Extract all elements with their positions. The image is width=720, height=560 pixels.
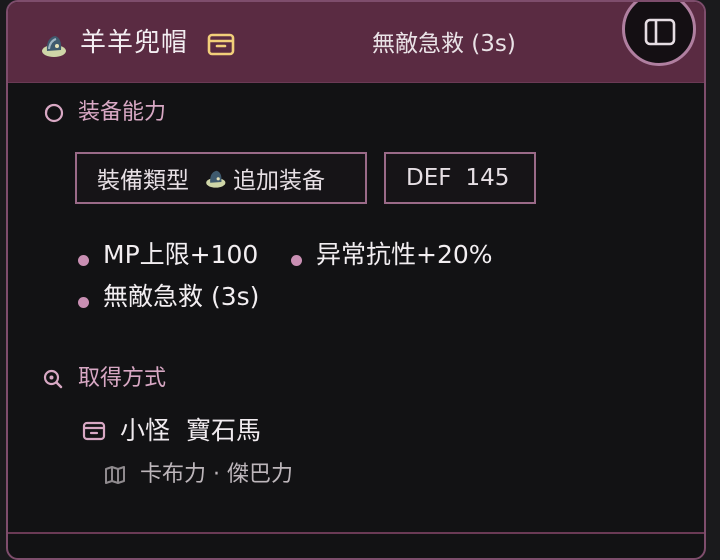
- equipment-type-value: 追加装备: [233, 168, 325, 194]
- effect-item: MP上限+100: [78, 238, 258, 272]
- item-name: 羊羊兜帽: [80, 28, 189, 58]
- stat-name: DEF: [406, 165, 452, 191]
- bullet-dot: [78, 254, 89, 266]
- effect-item: 异常抗性+20%: [291, 238, 493, 272]
- equipment-type-tag: 裝備類型 追加装备: [75, 152, 367, 204]
- effect-text: MP上限+100: [103, 240, 259, 269]
- item-header: 羊羊兜帽 無敵急救 (3s): [8, 2, 704, 83]
- equipment-type-label: 裝備類型: [97, 168, 189, 194]
- location-text: 卡布力 · 傑巴力: [140, 462, 293, 487]
- effect-text: 無敵急救 (3s): [103, 282, 260, 311]
- bullet-dot: [291, 254, 302, 266]
- toggle-panel-button[interactable]: [622, 2, 696, 66]
- section-equipment-header: 装备能力: [42, 98, 166, 128]
- search-icon: [43, 369, 63, 389]
- source-type: 小怪: [120, 416, 171, 445]
- stat-value: 145: [465, 165, 510, 191]
- location-row[interactable]: 卡布力 · 傑巴力: [104, 460, 293, 490]
- bullet-dot: [78, 296, 89, 308]
- section-acquisition-title: 取得方式: [78, 366, 167, 391]
- section-acquisition-header: 取得方式: [42, 364, 166, 394]
- source-row[interactable]: 小怪 寶石馬: [82, 414, 261, 448]
- sidebar-panel-icon: [644, 18, 676, 46]
- header-effect: 無敵急救 (3s): [372, 31, 516, 57]
- stat-tag: DEF 145: [384, 152, 536, 204]
- hat-icon: [206, 170, 226, 188]
- hat-icon: [42, 36, 66, 57]
- map-icon: [105, 466, 125, 484]
- spinner-icon: [44, 103, 64, 123]
- source-name: 寶石馬: [186, 416, 262, 445]
- divider: [8, 532, 704, 534]
- box-icon: [207, 33, 235, 56]
- section-equipment-title: 装备能力: [78, 100, 167, 125]
- item-detail-card: 羊羊兜帽 無敵急救 (3s) 装备能力 裝備類型 追加装备 DEF 145 MP…: [6, 0, 706, 560]
- effect-text: 异常抗性+20%: [316, 240, 493, 269]
- box-icon: [82, 421, 106, 441]
- effect-item: 無敵急救 (3s): [78, 280, 259, 314]
